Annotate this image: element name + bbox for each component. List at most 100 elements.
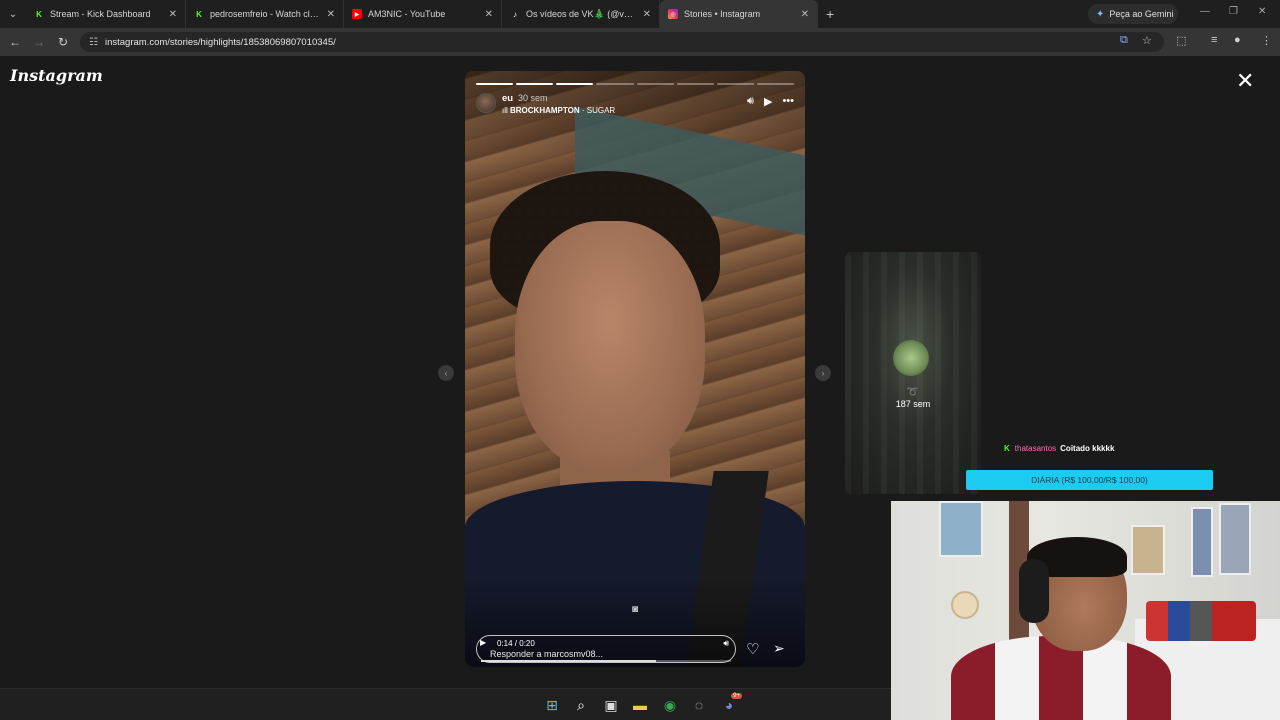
stream-chat-message: Kthatasantos Coitado kkkkk [1004, 444, 1114, 453]
tab-kick-dashboard[interactable]: K Stream - Kick Dashboard ✕ [26, 0, 186, 28]
like-heart-icon[interactable]: ♡ [746, 640, 759, 658]
windows-start-icon[interactable]: ⊞ [543, 696, 561, 714]
video-time: 0:14 / 0:20 [497, 639, 535, 648]
site-info-icon[interactable]: ☷ [89, 37, 98, 48]
stream-goal-bar: DIÁRIA (R$ 100,00/R$ 100,00) [966, 470, 1213, 490]
story-reply-box[interactable]: ▶ 0:14 / 0:20 Responder a marcosmv08... … [476, 635, 736, 663]
profile-avatar-icon[interactable]: ● [1234, 34, 1241, 46]
video-scrubber-fill [481, 660, 656, 662]
story-progress-segment [596, 83, 634, 85]
story-music[interactable]: ıll BROCKHAMPTON · SUGAR [502, 106, 615, 115]
music-bars-icon: ıll [502, 106, 510, 115]
story-progress-segment [676, 83, 714, 85]
instagram-icon: ◎ [668, 9, 678, 19]
video-volume-icon[interactable]: 🔊︎ [723, 638, 729, 649]
story-progress-segment [516, 83, 554, 85]
tab-instagram-stories[interactable]: ◎ Stories • Instagram ✕ [660, 0, 818, 28]
discord-icon[interactable]: ◕ 9+ [720, 693, 742, 714]
reading-list-icon[interactable]: ≡ [1211, 34, 1217, 46]
video-play-icon[interactable]: ▶ [480, 638, 486, 647]
webcam-detail [951, 591, 979, 619]
tab-kick-clips[interactable]: K pedrosemfreio - Watch clips on ✕ [186, 0, 344, 28]
task-view-icon[interactable]: ▣ [602, 696, 620, 714]
minimize-window-icon[interactable]: — [1200, 6, 1210, 17]
next-story-arrow-icon[interactable]: › [815, 365, 831, 381]
tab-title: pedrosemfreio - Watch clips on [210, 9, 321, 19]
story-time-ago: 30 sem [518, 93, 548, 103]
webcam-detail [1146, 601, 1256, 641]
highlight-ring-icon: ➰ [906, 387, 920, 398]
close-tab-icon[interactable]: ✕ [485, 9, 493, 20]
more-options-icon[interactable]: ••• [782, 95, 794, 108]
story-progress-segment [756, 83, 794, 85]
kick-icon: K [36, 9, 42, 19]
chrome-icon[interactable]: ◉ [661, 696, 679, 714]
bookmark-star-icon[interactable]: ☆ [1142, 34, 1152, 47]
windows-taskbar: ⊞ ⌕ ▣ ▬ ◉ ◌ ◕ 9+ [0, 688, 891, 720]
webcam-detail [1131, 525, 1165, 575]
close-tab-icon[interactable]: ✕ [643, 9, 651, 20]
preview-photo-detail [893, 340, 929, 376]
translate-icon[interactable]: ⧉ [1120, 34, 1128, 47]
webcam-detail [1191, 507, 1213, 577]
url-text: instagram.com/stories/highlights/1853806… [104, 36, 336, 48]
next-story-preview[interactable]: ➰ 187 sem [845, 252, 981, 494]
play-icon[interactable]: ▶ [764, 95, 772, 108]
webcam-detail [1219, 503, 1251, 575]
story-pause-indicator-icon: ◙ [631, 604, 639, 615]
youtube-icon: ▶ [352, 9, 362, 19]
tab-title: Stream - Kick Dashboard [50, 9, 151, 19]
reply-input-placeholder[interactable]: Responder a marcosmv08... [490, 649, 603, 659]
chrome-menu-icon[interactable]: ⋮ [1261, 34, 1272, 47]
story-header: eu 30 sem ıll BROCKHAMPTON · SUGAR 🔊︎ ▶ … [476, 93, 794, 119]
webcam-detail [1019, 559, 1049, 623]
close-stories-icon[interactable]: ✕ [1236, 70, 1254, 92]
story-progress-segment [556, 83, 594, 85]
kick-icon: K [196, 9, 202, 19]
close-tab-icon[interactable]: ✕ [801, 9, 809, 20]
close-tab-icon[interactable]: ✕ [327, 9, 335, 20]
tab-youtube[interactable]: ▶ AM3NIC - YouTube ✕ [344, 0, 502, 28]
story-progress-bar [476, 83, 794, 85]
previous-story-arrow-icon[interactable]: ‹ [438, 365, 454, 381]
address-bar[interactable]: ☷ instagram.com/stories/highlights/18538… [80, 32, 1164, 52]
back-arrow-icon[interactable]: ← [3, 28, 27, 56]
story-photo-detail [515, 221, 705, 471]
new-tab-plus-icon[interactable]: + [826, 6, 834, 22]
tab-title: AM3NIC - YouTube [368, 9, 446, 19]
browser-tab-strip: ⌄ K Stream - Kick Dashboard ✕ K pedrosem… [0, 0, 1280, 28]
story-progress-segment [636, 83, 674, 85]
gemini-label: Peça ao Gemini [1109, 9, 1174, 19]
maximize-window-icon[interactable]: ❐ [1229, 6, 1238, 17]
tab-title: Os vídeos de VK🎄 (@vkmidia [526, 8, 637, 19]
webcam-detail [939, 501, 983, 557]
file-explorer-icon[interactable]: ▬ [631, 696, 649, 714]
instagram-logo[interactable]: Instagram [10, 66, 103, 85]
story-header-controls: 🔊︎ ▶ ••• [747, 95, 794, 108]
forward-arrow-icon[interactable]: → [27, 28, 51, 56]
story-progress-segment [716, 83, 754, 85]
chat-username: thatasantos [1014, 444, 1057, 453]
tab-tiktok[interactable]: ♪ Os vídeos de VK🎄 (@vkmidia ✕ [502, 0, 660, 28]
obs-icon[interactable]: ◌ [690, 696, 708, 714]
streamer-webcam [891, 501, 1280, 720]
kick-icon: K [1004, 444, 1010, 453]
extensions-icon[interactable]: ⬚ [1176, 34, 1186, 47]
avatar[interactable] [476, 93, 496, 113]
close-window-icon[interactable]: ✕ [1258, 6, 1266, 17]
reload-icon[interactable]: ↻ [51, 28, 75, 56]
tab-search-chevron-icon[interactable]: ⌄ [0, 0, 26, 28]
gemini-button[interactable]: ✦ Peça ao Gemini [1088, 4, 1178, 24]
tab-title: Stories • Instagram [684, 9, 761, 19]
discord-badge: 9+ [731, 693, 742, 699]
volume-icon[interactable]: 🔊︎ [747, 95, 754, 108]
search-icon[interactable]: ⌕ [572, 696, 590, 714]
send-paper-plane-icon[interactable]: ➢ [773, 640, 785, 657]
gemini-spark-icon: ✦ [1096, 8, 1105, 20]
preview-time-ago: 187 sem [895, 399, 931, 409]
story-progress-segment [476, 83, 514, 85]
close-tab-icon[interactable]: ✕ [169, 9, 177, 20]
video-scrubber[interactable] [481, 660, 731, 662]
story-username[interactable]: eu [502, 93, 513, 104]
story-card[interactable]: eu 30 sem ıll BROCKHAMPTON · SUGAR 🔊︎ ▶ … [465, 71, 805, 667]
